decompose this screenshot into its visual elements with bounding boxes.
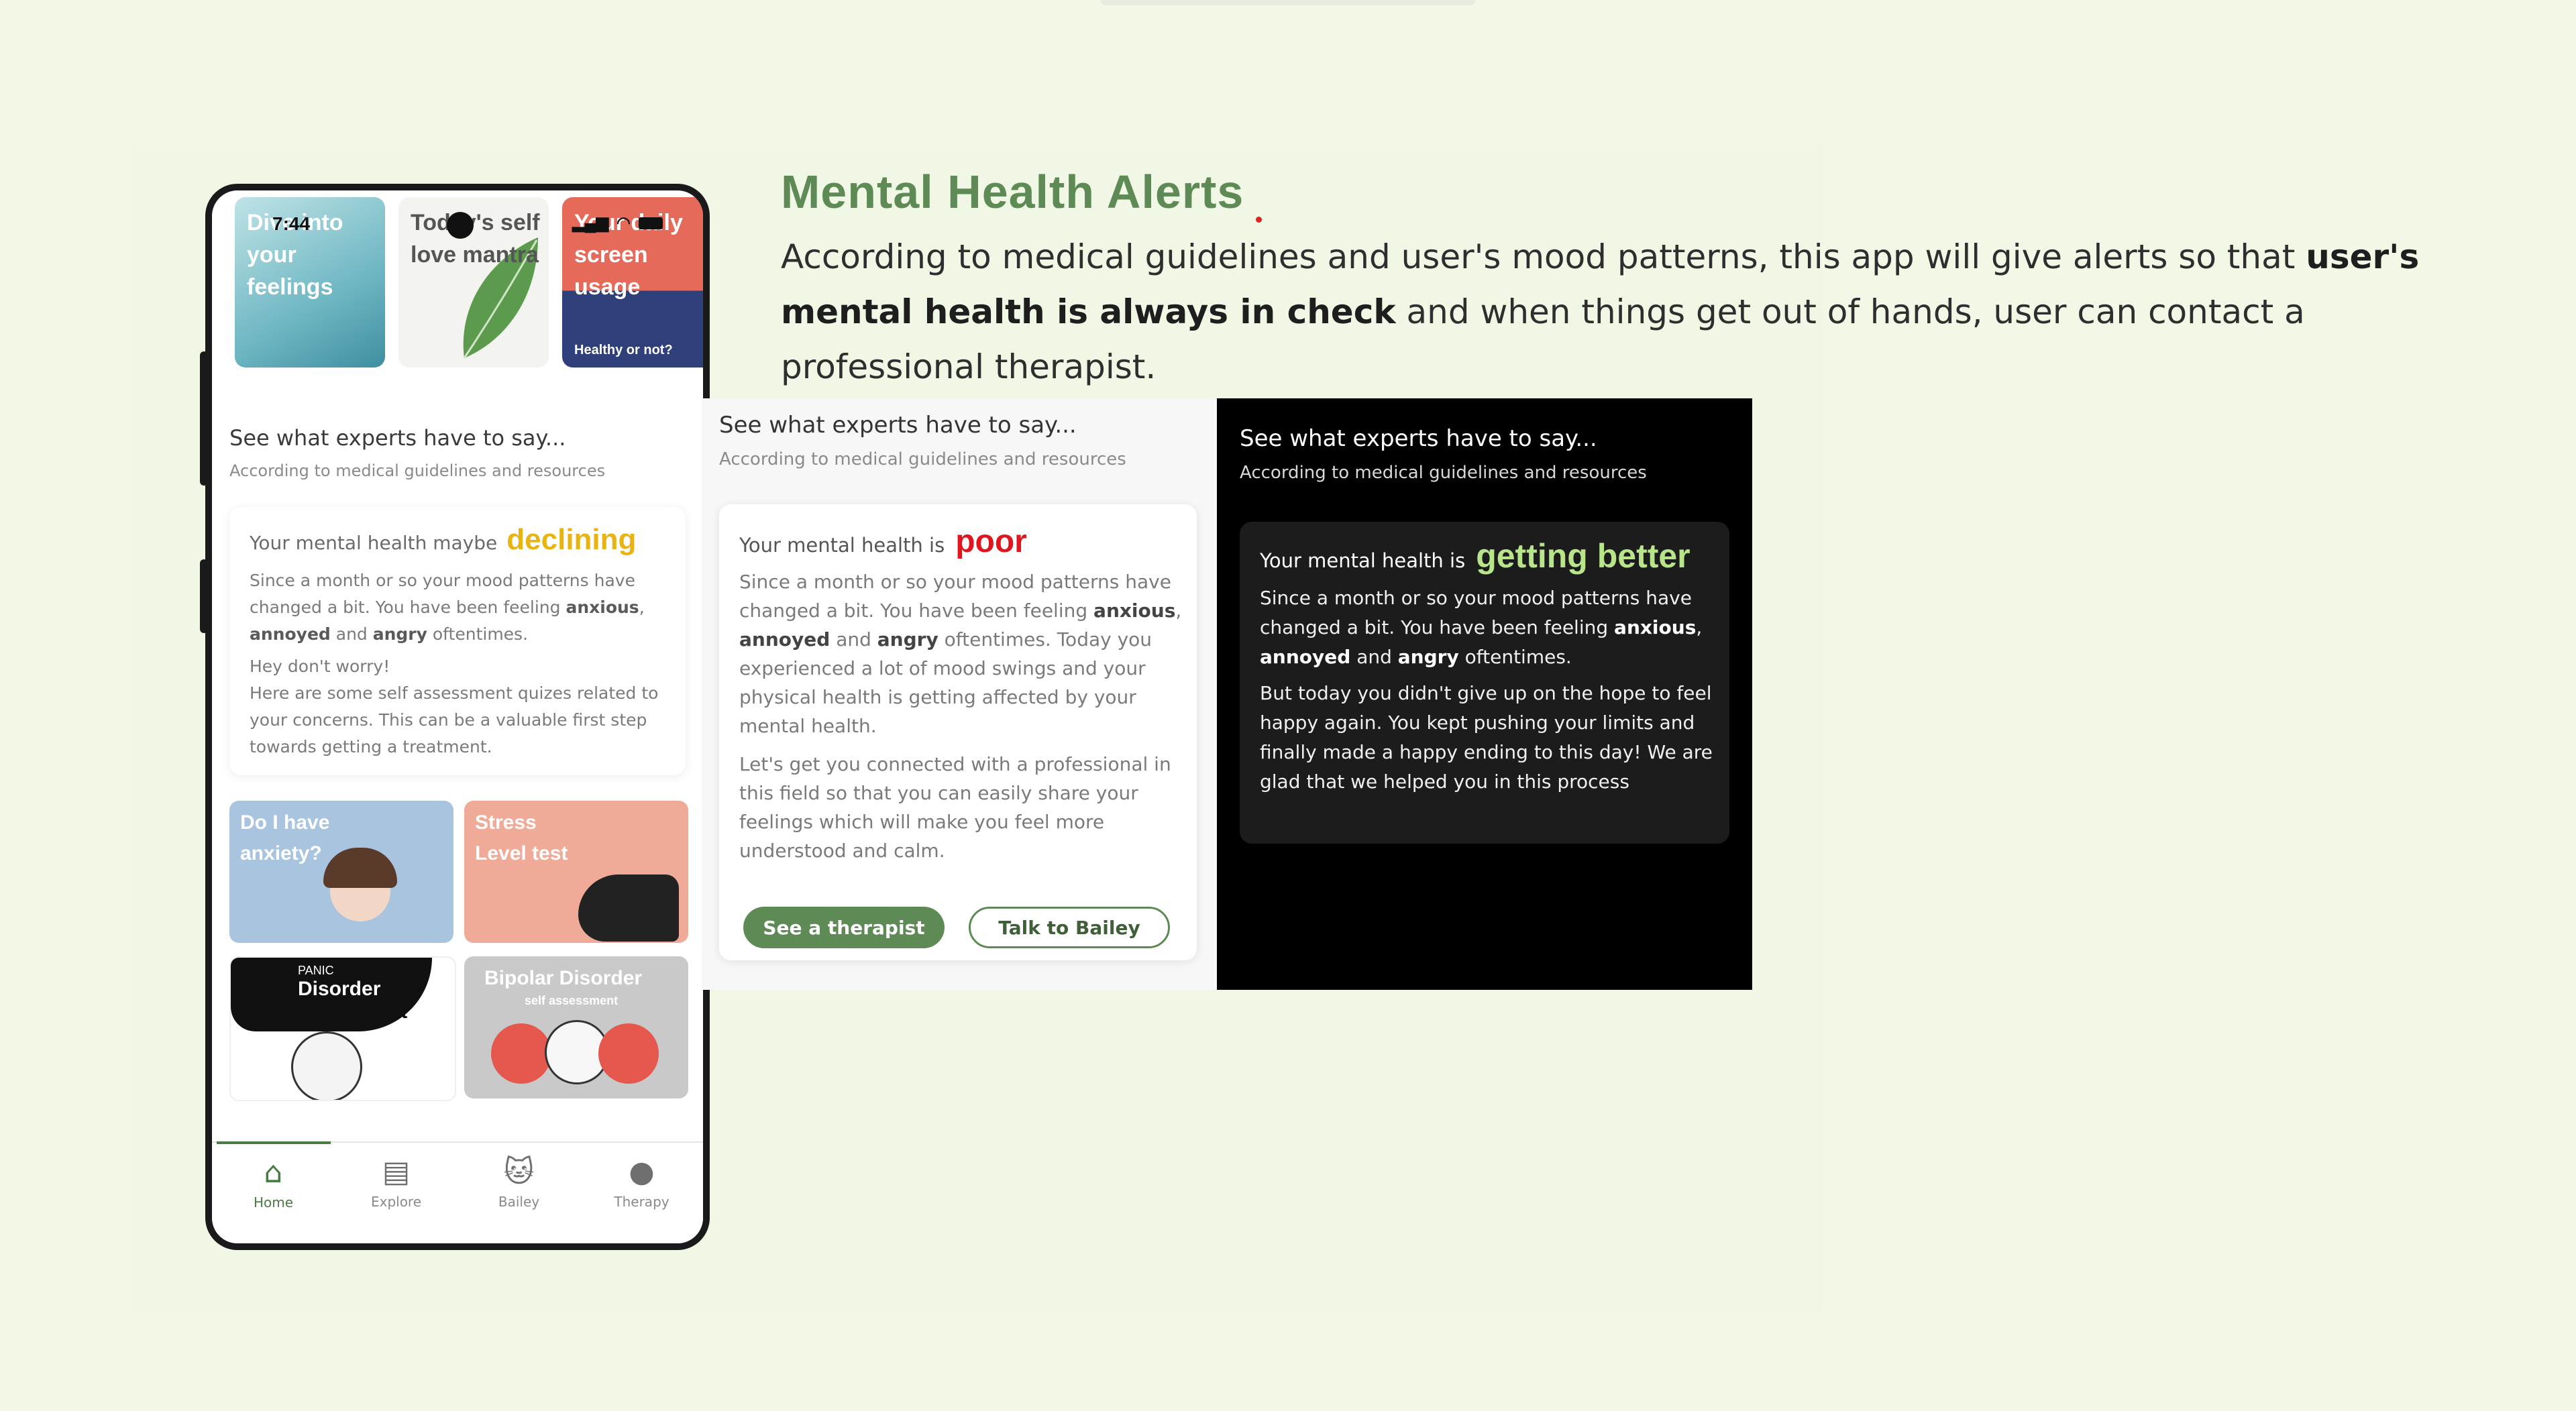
- better-body: Since a month or so your mood patterns h…: [1260, 583, 1716, 803]
- panel-better-subheading: According to medical guidelines and reso…: [1240, 463, 1647, 483]
- alert-card-getting-better: Your mental health is getting better Sin…: [1240, 522, 1729, 844]
- page-description: According to medical guidelines and user…: [781, 229, 2445, 394]
- panel-poor: See what experts have to say... Accordin…: [702, 398, 1217, 990]
- tab-therapy[interactable]: ● Therapy: [585, 1143, 699, 1223]
- panel-poor-heading: See what experts have to say...: [719, 412, 1077, 439]
- phone-mockup: 7:44 ▂▄▆ ◠ Dive into your feelings Today…: [200, 184, 710, 1250]
- quiz-bipolar[interactable]: Bipolar Disorder self assessment: [464, 956, 688, 1098]
- talk-to-bailey-button[interactable]: Talk to Bailey: [969, 907, 1170, 948]
- poor-body-p1: Since a month or so your mood patterns h…: [739, 567, 1182, 740]
- page-title: Mental Health Alerts: [781, 166, 1244, 218]
- panel-better-heading: See what experts have to say...: [1240, 425, 1597, 452]
- cursor-dot: [1256, 217, 1262, 223]
- illustration-face-left: [491, 1023, 551, 1084]
- word-anxious: anxious: [1614, 616, 1697, 638]
- quiz-stress-title: Stress Level test: [475, 811, 568, 864]
- word-angry: angry: [1397, 646, 1459, 668]
- quiz-bipolar-sub: self assessment: [525, 994, 619, 1007]
- illustration-face: [291, 1031, 362, 1100]
- quiz-anxiety[interactable]: Do I have anxiety?: [229, 801, 453, 943]
- quiz-panic-test: test: [372, 1001, 408, 1023]
- bottom-tab-bar: ⌂ Home ▤ Explore 🐱 Bailey ● Therapy: [212, 1141, 703, 1223]
- word-annoyed: annoyed: [250, 624, 331, 644]
- tab-bailey-label: Bailey: [498, 1194, 540, 1210]
- status-icons: ▂▄▆ ◠: [572, 213, 663, 233]
- camera-hole-icon: [447, 212, 474, 239]
- tab-home[interactable]: ⌂ Home: [216, 1141, 331, 1223]
- word-annoyed: annoyed: [1260, 646, 1351, 668]
- see-therapist-button[interactable]: See a therapist: [743, 907, 945, 948]
- quiz-panic[interactable]: PANIC Disorder test: [229, 956, 456, 1101]
- home-indicator-area: [212, 1223, 703, 1243]
- alert-card-declining: Your mental health maybe declining Since…: [229, 507, 686, 775]
- panel-poor-subheading: According to medical guidelines and reso…: [719, 449, 1126, 469]
- poor-prefix: Your mental health is: [739, 534, 945, 557]
- and: and: [330, 624, 373, 644]
- explore-icon: ▤: [382, 1155, 411, 1189]
- alert-keyword: declining: [506, 523, 637, 556]
- top-strip: [1100, 0, 1476, 5]
- alert-headline: Your mental health maybe declining: [250, 523, 636, 557]
- alert-card-poor: Your mental health is poor Since a month…: [719, 504, 1197, 960]
- cat-icon: 🐱: [503, 1155, 535, 1189]
- experts-subheading: According to medical guidelines and reso…: [229, 461, 606, 480]
- quiz-panic-title: PANIC Disorder test: [298, 963, 407, 1023]
- word-anxious: anxious: [566, 598, 639, 617]
- alert-prefix: Your mental health maybe: [250, 532, 498, 554]
- tail: oftentimes.: [427, 624, 529, 644]
- home-icon: ⌂: [264, 1155, 283, 1190]
- better-body-p2: But today you didn't give up on the hope…: [1260, 682, 1713, 793]
- illustration-hands: [578, 874, 679, 942]
- sep: ,: [1175, 600, 1182, 622]
- tab-explore-label: Explore: [370, 1194, 422, 1210]
- poor-body: Since a month or so your mood patterns h…: [739, 567, 1182, 874]
- word-annoyed: annoyed: [739, 628, 830, 651]
- person-icon: ●: [629, 1155, 655, 1189]
- panel-getting-better: See what experts have to say... Accordin…: [1217, 398, 1752, 990]
- desc-text-1: According to medical guidelines and user…: [781, 237, 2306, 276]
- poor-keyword: poor: [955, 524, 1027, 559]
- poor-headline: Your mental health is poor: [739, 523, 1027, 560]
- tab-home-label: Home: [253, 1194, 294, 1210]
- better-headline: Your mental health is getting better: [1260, 537, 1690, 575]
- word-angry: angry: [877, 628, 938, 651]
- quiz-panic-main: Disorder: [298, 978, 381, 1000]
- tab-therapy-label: Therapy: [614, 1194, 669, 1210]
- better-keyword: getting better: [1476, 537, 1690, 575]
- quiz-panic-small: PANIC: [298, 964, 334, 977]
- sep: ,: [639, 598, 645, 617]
- status-time: 7:44: [272, 213, 311, 234]
- alert-body: Since a month or so your mood patterns h…: [250, 567, 672, 760]
- alert-suggestion: Here are some self assessment quizes rel…: [250, 683, 659, 756]
- volume-button: [200, 351, 208, 486]
- quiz-bipolar-main: Bipolar Disorder: [484, 967, 643, 989]
- wifi-icon: ◠: [616, 214, 631, 232]
- card-screen-usage-sub: Healthy or not?: [574, 343, 673, 357]
- signal-icon: ▂▄▆: [572, 214, 609, 232]
- tab-bailey[interactable]: 🐱 Bailey: [462, 1143, 576, 1223]
- tab-explore[interactable]: ▤ Explore: [339, 1143, 453, 1223]
- quiz-stress[interactable]: Stress Level test: [464, 801, 688, 943]
- word-anxious: anxious: [1093, 600, 1176, 622]
- and: and: [1350, 646, 1398, 668]
- sep: ,: [1696, 616, 1703, 638]
- alert-reassure: Hey don't worry!: [250, 657, 390, 676]
- quiz-bipolar-title: Bipolar Disorder self assessment: [484, 963, 642, 1007]
- poor-body-p2: Let's get you connected with a professio…: [739, 753, 1171, 862]
- experts-heading: See what experts have to say...: [229, 425, 566, 451]
- better-prefix: Your mental health is: [1260, 549, 1466, 572]
- tail: oftentimes.: [1458, 646, 1572, 668]
- word-angry: angry: [372, 624, 427, 644]
- battery-icon: [639, 217, 663, 229]
- illustration-face-right: [598, 1023, 659, 1084]
- power-button: [200, 559, 208, 633]
- and: and: [830, 628, 877, 651]
- phone-screen: 7:44 ▂▄▆ ◠ Dive into your feelings Today…: [212, 190, 703, 1243]
- better-body-p1: Since a month or so your mood patterns h…: [1260, 583, 1716, 672]
- status-bar: 7:44 ▂▄▆ ◠: [212, 190, 703, 239]
